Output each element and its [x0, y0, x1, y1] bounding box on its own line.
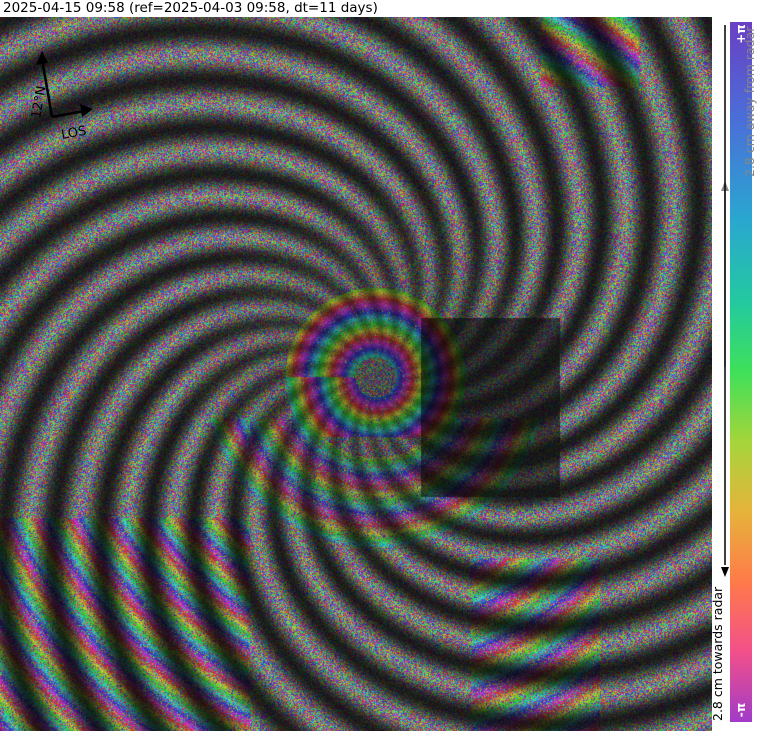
colorbar-panel: +π -π 2.8 cm away from radar 2.8 cm towa… — [710, 17, 763, 731]
colorbar-axis: 2.8 cm away from radar 2.8 cm towards ra… — [710, 25, 757, 721]
towards-arrow-icon — [721, 25, 729, 577]
interferogram-image — [0, 17, 712, 731]
interferogram-viewer: 2025-04-15 09:58 (ref=2025-04-03 09:58, … — [0, 0, 763, 731]
away-from-radar-label: 2.8 cm away from radar — [742, 26, 757, 177]
page-title: 2025-04-15 09:58 (ref=2025-04-03 09:58, … — [3, 0, 378, 16]
towards-radar-label: 2.8 cm towards radar — [710, 586, 725, 721]
